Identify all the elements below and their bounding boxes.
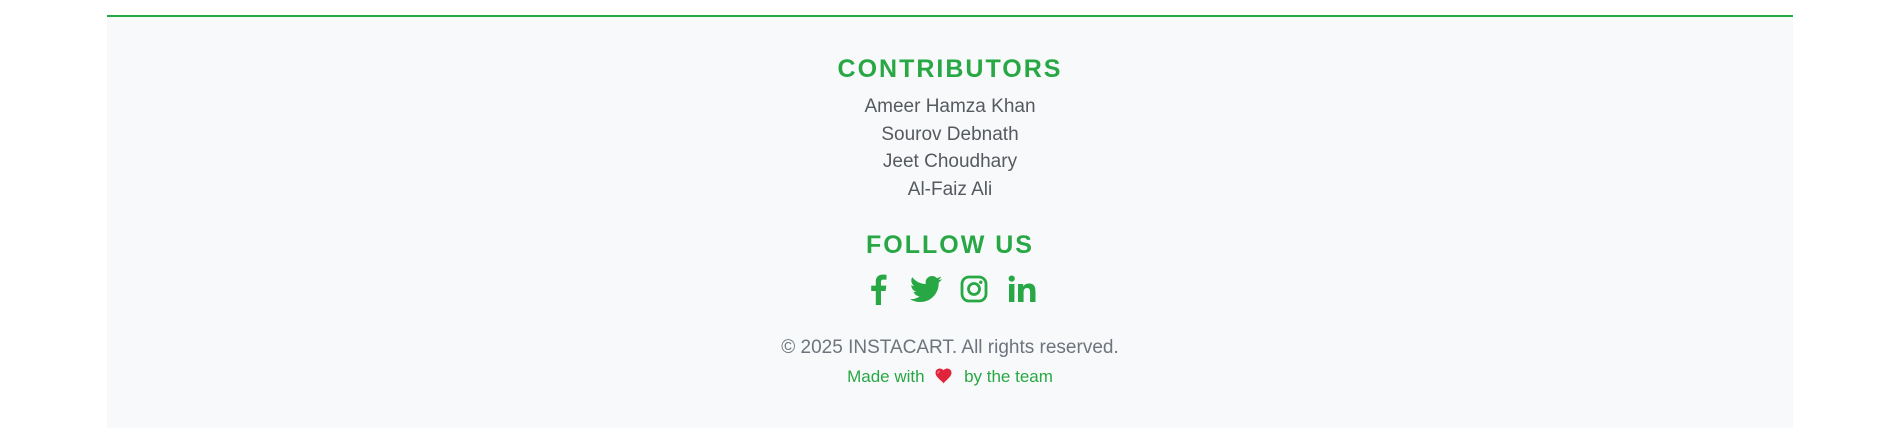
follow-us-heading: FOLLOW US bbox=[866, 231, 1034, 259]
contributors-heading: CONTRIBUTORS bbox=[837, 55, 1063, 83]
contributor-name: Al-Faiz Ali bbox=[907, 178, 993, 200]
made-with-line: Made with by the team bbox=[107, 367, 1793, 387]
made-with-prefix: Made with bbox=[847, 367, 925, 386]
contributors-list: Ameer Hamza Khan Sourov Debnath Jeet Cho… bbox=[107, 93, 1793, 203]
twitter-icon bbox=[910, 276, 942, 303]
contributor-name: Jeet Choudhary bbox=[882, 151, 1018, 172]
facebook-icon bbox=[871, 274, 887, 305]
heart-icon bbox=[935, 368, 952, 384]
instagram-icon bbox=[960, 275, 988, 303]
linkedin-icon bbox=[1008, 275, 1036, 302]
contributor-name: Sourov Debnath bbox=[881, 123, 1019, 145]
contributor-name: Ameer Hamza Khan bbox=[864, 96, 1036, 117]
copyright-text: © 2025 INSTACART. All rights reserved. bbox=[781, 337, 1119, 358]
linkedin-link[interactable] bbox=[1004, 271, 1040, 307]
social-links bbox=[107, 271, 1793, 307]
made-with-suffix: by the team bbox=[964, 367, 1053, 386]
instagram-link[interactable] bbox=[956, 271, 992, 307]
twitter-link[interactable] bbox=[908, 271, 944, 307]
facebook-link[interactable] bbox=[860, 271, 896, 307]
site-footer: CONTRIBUTORS Ameer Hamza Khan Sourov Deb… bbox=[107, 15, 1793, 428]
